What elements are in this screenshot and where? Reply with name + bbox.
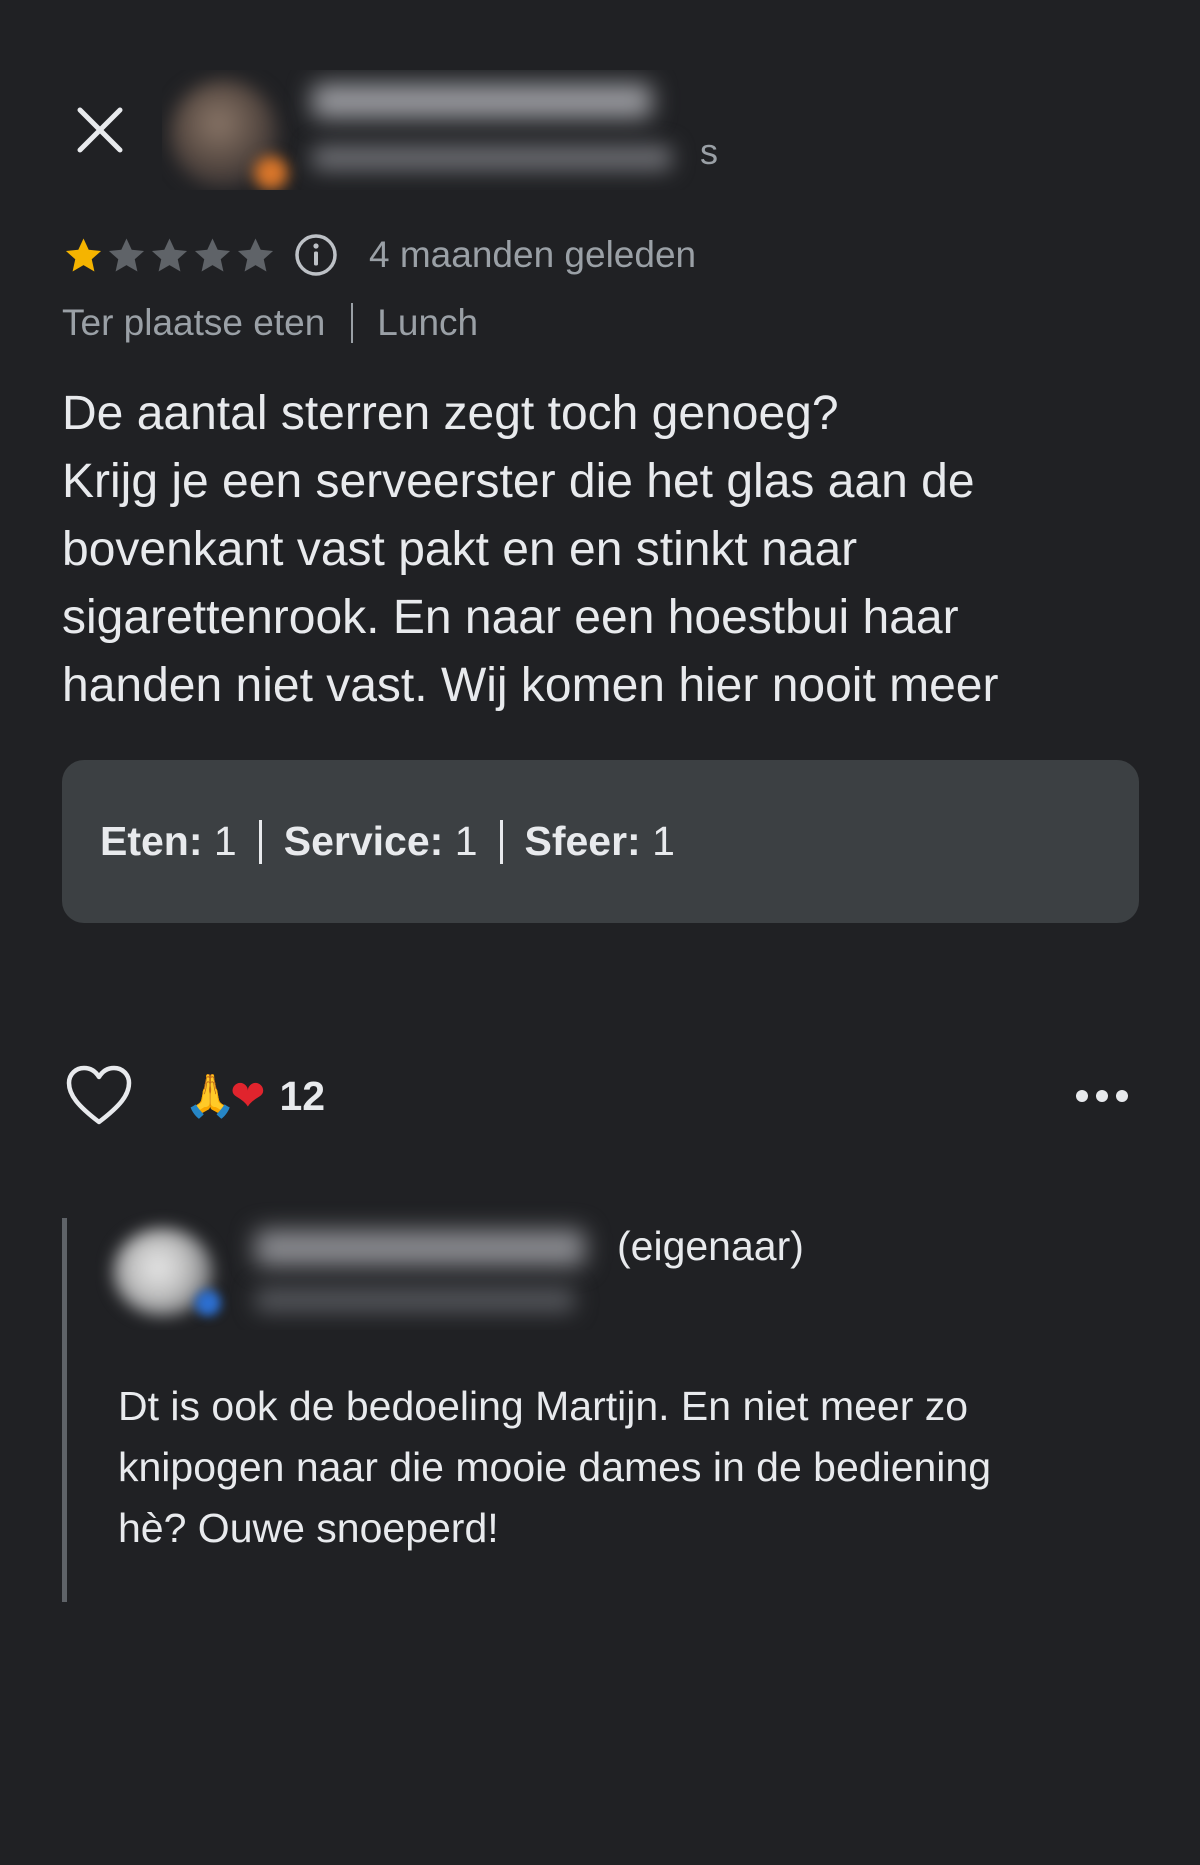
subrating-service: Service: 1: [284, 818, 478, 865]
star-filled-icon: [65, 237, 102, 271]
owner-label: (eigenaar): [617, 1223, 804, 1269]
owner-reply-time: [255, 1288, 575, 1312]
star-empty-icon: [194, 237, 231, 271]
heart-outline-icon: [66, 1065, 132, 1125]
rating-row: 4 maanden geleden: [62, 230, 696, 280]
reviewer-meta: [312, 146, 672, 170]
subrating-label: Sfeer:: [524, 818, 641, 864]
subrating-label: Eten:: [100, 818, 203, 864]
reviewer-meta-tail: s: [700, 131, 718, 172]
reaction-count: 12: [279, 1072, 326, 1119]
subrating-value: 1: [213, 818, 237, 864]
owner-name: [255, 1230, 585, 1266]
divider: [258, 819, 262, 864]
review-context: Ter plaatse eten Lunch: [62, 302, 478, 344]
divider: [499, 819, 503, 864]
owner-reply-text: Dt is ook de bedoeling Martijn. En niet …: [118, 1383, 992, 1551]
subrating-label: Service:: [283, 818, 444, 864]
info-icon[interactable]: [293, 232, 339, 278]
owner-header: [95, 1200, 615, 1330]
more-options-button[interactable]: [1070, 1076, 1134, 1116]
owner-badge: [195, 1290, 221, 1316]
close-icon: [77, 107, 123, 153]
subrating-value: 1: [652, 818, 675, 864]
subrating-value: 1: [454, 818, 478, 864]
subratings-card: Eten: 1 Service: 1 Sfeer: 1: [62, 760, 1139, 923]
star-empty-icon: [237, 237, 274, 271]
divider: [351, 303, 354, 343]
reactions-summary[interactable]: 🙏 ❤ 12: [184, 1068, 325, 1124]
dining-type: Ter plaatse eten: [62, 302, 326, 343]
review-text: De aantal sterren zegt toch genoeg? Krij…: [62, 387, 999, 712]
reply-indent-line: [62, 1218, 67, 1602]
subrating-food: Eten: 1: [100, 818, 237, 865]
more-horizontal-icon: [1076, 1090, 1128, 1102]
reviewer-name[interactable]: [312, 84, 652, 118]
local-guide-badge: [254, 156, 288, 190]
review-time: 4 maanden geleden: [369, 234, 697, 275]
reviewer-header[interactable]: [162, 70, 707, 190]
meal-type: Lunch: [377, 302, 479, 343]
star-empty-icon: [151, 237, 188, 271]
close-button[interactable]: [70, 100, 130, 160]
star-empty-icon: [108, 237, 145, 271]
like-button[interactable]: [64, 1064, 134, 1128]
heart-emoji-icon: ❤: [230, 1071, 266, 1120]
pray-emoji-icon: 🙏: [184, 1071, 237, 1120]
subrating-atmosphere: Sfeer: 1: [525, 818, 675, 865]
star-rating: [62, 234, 277, 277]
